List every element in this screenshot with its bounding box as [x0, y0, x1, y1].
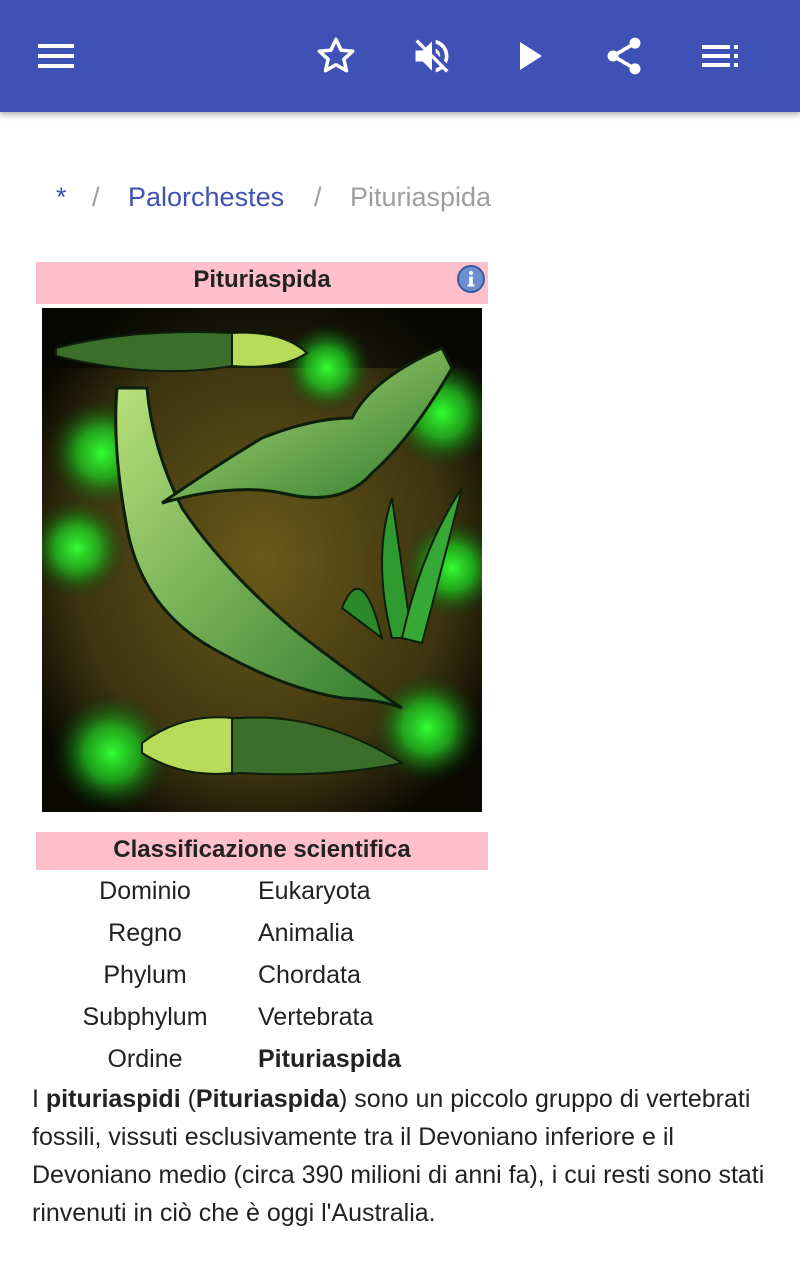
info-icon[interactable]	[456, 264, 486, 294]
infobox-title: Pituriaspida	[36, 262, 488, 304]
breadcrumb-current: Pituriaspida	[350, 182, 492, 212]
taxonomy-rank: Dominio	[99, 877, 191, 905]
star-icon	[317, 37, 355, 73]
taxonomy-rank: Ordine	[107, 1045, 183, 1073]
paragraph-bold-term: pituriaspidi	[45, 1085, 181, 1113]
taxonomy-value[interactable]: Animalia	[258, 912, 354, 954]
share-button[interactable]	[594, 26, 654, 86]
taxonomy-value-current: Pituriaspida	[258, 1045, 402, 1073]
taxonomy-row: Subphylum Vertebrata	[36, 996, 488, 1038]
taxonomy-row: Regno Animalia	[36, 912, 488, 954]
menu-icon	[38, 44, 74, 68]
taxonomy-rank: Regno	[108, 919, 182, 947]
paragraph-bold-term: Pituriaspida	[195, 1085, 340, 1113]
app-toolbar	[0, 0, 800, 112]
volume-off-icon	[415, 39, 449, 73]
breadcrumb-parent-link[interactable]: Palorchestes	[128, 182, 284, 213]
paragraph-text: (	[180, 1085, 196, 1113]
menu-button[interactable]	[26, 26, 86, 86]
classification-header: Classificazione scientifica	[36, 832, 488, 870]
share-icon	[607, 37, 641, 75]
taxonomy-row: Phylum Chordata	[36, 954, 488, 996]
paragraph-text: I	[32, 1085, 46, 1113]
taxonomy-value[interactable]: Vertebrata	[258, 996, 373, 1038]
contents-button[interactable]	[690, 26, 750, 86]
playlist-icon	[702, 45, 738, 67]
taxonomy-value[interactable]: Eukaryota	[258, 870, 371, 912]
article-paragraph: I pituriaspidi (Pituriaspida) sono un pi…	[32, 1080, 772, 1232]
taxonomy-row: Ordine Pituriaspida	[36, 1038, 488, 1080]
taxonomy-table: Dominio Eukaryota Regno Animalia Phylum …	[36, 870, 488, 1080]
play-icon	[520, 42, 542, 70]
taxonomy-row: Dominio Eukaryota	[36, 870, 488, 912]
infobox-title-text: Pituriaspida	[193, 266, 331, 293]
bookmark-button[interactable]	[306, 26, 366, 86]
play-button[interactable]	[500, 26, 560, 86]
illustration-artwork	[42, 308, 482, 812]
mute-button[interactable]	[402, 26, 462, 86]
breadcrumb-separator: /	[92, 182, 100, 212]
pituriaspida-illustration[interactable]	[42, 308, 482, 812]
breadcrumb: * / Palorchestes / Pituriaspida	[0, 178, 800, 222]
taxonomy-rank: Subphylum	[82, 1003, 208, 1031]
breadcrumb-root-link[interactable]: *	[56, 182, 67, 213]
taxonomy-rank: Phylum	[103, 961, 187, 989]
taxonomy-value[interactable]: Chordata	[258, 954, 361, 996]
breadcrumb-separator: /	[314, 182, 322, 212]
